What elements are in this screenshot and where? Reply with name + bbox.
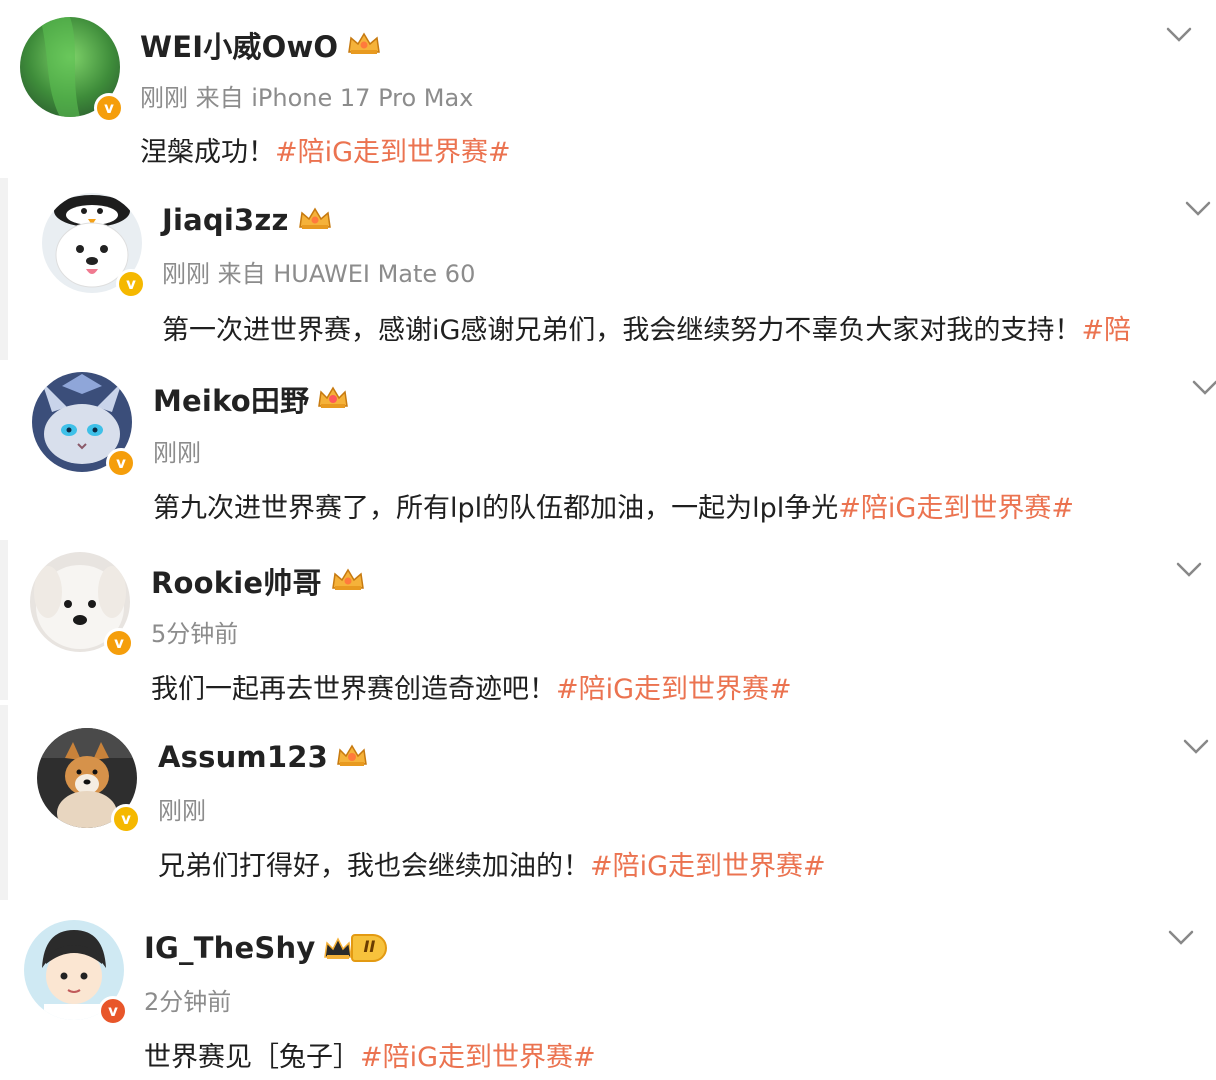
topic-tag[interactable]: #陪iG走到世界赛# bbox=[275, 137, 511, 168]
chevron-down-icon[interactable] bbox=[1192, 380, 1216, 396]
post-meta: 2分钟前 bbox=[144, 988, 232, 1016]
username[interactable]: WEI小威OwO bbox=[140, 24, 338, 66]
post-item: v IG_TheShy II 2分钟前 世界赛见［兔子］#陪iG走到世界赛# bbox=[0, 900, 1216, 1080]
vip-level-badge: II bbox=[323, 934, 388, 962]
post-meta: 刚刚 bbox=[153, 439, 201, 467]
post-content: 世界赛见［兔子］#陪iG走到世界赛# bbox=[144, 1035, 596, 1074]
avatar[interactable]: v bbox=[42, 193, 146, 299]
post-item: v Meiko田野 刚刚 第九次进世界赛了，所有lpl的队伍都加油，一起为lpl… bbox=[0, 360, 1216, 540]
topic-tag[interactable]: #陪 bbox=[1081, 315, 1131, 346]
weibo-comment-feed: v WEI小威OwO 刚刚 来自 iPhone 17 Pro Max 涅槃成功！… bbox=[0, 0, 1216, 1080]
avatar[interactable]: v bbox=[20, 17, 124, 123]
post-text: 我们一起再去世界赛创造奇迹吧！ bbox=[151, 674, 556, 705]
crown-member-icon bbox=[317, 384, 349, 414]
verified-badge-icon: v bbox=[94, 93, 124, 123]
chevron-down-icon[interactable] bbox=[1168, 930, 1194, 946]
avatar[interactable]: v bbox=[37, 728, 141, 834]
username[interactable]: Meiko田野 bbox=[153, 378, 309, 420]
chevron-down-icon[interactable] bbox=[1185, 201, 1211, 217]
verified-badge-icon: v bbox=[104, 628, 134, 658]
verified-badge-icon: v bbox=[111, 804, 141, 834]
post-meta: 刚刚 bbox=[158, 797, 206, 825]
post-text: 世界赛见［兔子］ bbox=[144, 1042, 360, 1073]
post-text: 兄弟们打得好，我也会继续加油的！ bbox=[158, 851, 590, 882]
topic-tag[interactable]: #陪iG走到世界赛# bbox=[838, 493, 1074, 524]
username[interactable]: Assum123 bbox=[158, 740, 328, 774]
crown-member-icon bbox=[346, 30, 382, 60]
crown-member-icon bbox=[336, 742, 368, 772]
post-item: v WEI小威OwO 刚刚 来自 iPhone 17 Pro Max 涅槃成功！… bbox=[0, 0, 1216, 178]
verified-badge-icon: v bbox=[106, 448, 136, 478]
post-text: 第九次进世界赛了，所有lpl的队伍都加油，一起为lpl争光 bbox=[153, 493, 839, 524]
vip-level-label: II bbox=[351, 934, 388, 962]
post-meta: 5分钟前 bbox=[151, 620, 239, 648]
post-item: v Assum123 刚刚 兄弟们打得好，我也会继续加油的！#陪iG走到世界赛# bbox=[0, 705, 1216, 900]
chevron-down-icon[interactable] bbox=[1166, 27, 1192, 43]
avatar[interactable]: v bbox=[30, 552, 134, 658]
post-meta: 刚刚 来自 HUAWEI Mate 60 bbox=[162, 260, 476, 288]
post-text: 涅槃成功！ bbox=[140, 137, 275, 168]
post-content: 我们一起再去世界赛创造奇迹吧！#陪iG走到世界赛# bbox=[151, 667, 792, 706]
verified-badge-icon: v bbox=[98, 996, 128, 1026]
avatar[interactable]: v bbox=[32, 372, 136, 478]
username[interactable]: Rookie帅哥 bbox=[151, 560, 322, 602]
avatar[interactable]: v bbox=[24, 920, 128, 1026]
topic-tag[interactable]: #陪iG走到世界赛# bbox=[590, 851, 826, 882]
post-meta: 刚刚 来自 iPhone 17 Pro Max bbox=[140, 84, 474, 112]
post-content: 兄弟们打得好，我也会继续加油的！#陪iG走到世界赛# bbox=[158, 844, 826, 883]
post-content: 涅槃成功！#陪iG走到世界赛# bbox=[140, 130, 511, 169]
username[interactable]: Jiaqi3zz bbox=[162, 203, 289, 237]
chevron-down-icon[interactable] bbox=[1183, 739, 1209, 755]
username[interactable]: IG_TheShy bbox=[144, 931, 315, 965]
chevron-down-icon[interactable] bbox=[1176, 562, 1202, 578]
topic-tag[interactable]: #陪iG走到世界赛# bbox=[360, 1042, 596, 1073]
post-content: 第九次进世界赛了，所有lpl的队伍都加油，一起为lpl争光#陪iG走到世界赛# bbox=[153, 486, 1074, 525]
post-item: v Rookie帅哥 5分钟前 我们一起再去世界赛创造奇迹吧！#陪iG走到世界赛… bbox=[0, 540, 1216, 705]
crown-member-icon bbox=[330, 566, 366, 596]
post-text: 第一次进世界赛，感谢iG感谢兄弟们，我会继续努力不辜负大家对我的支持！ bbox=[162, 315, 1082, 346]
post-item: v Jiaqi3zz 刚刚 来自 HUAWEI Mate 60 第一次进世界赛，… bbox=[0, 178, 1216, 360]
crown-member-icon bbox=[297, 205, 333, 235]
verified-badge-icon: v bbox=[116, 269, 146, 299]
post-content: 第一次进世界赛，感谢iG感谢兄弟们，我会继续努力不辜负大家对我的支持！#陪 bbox=[162, 308, 1131, 347]
topic-tag[interactable]: #陪iG走到世界赛# bbox=[556, 674, 792, 705]
